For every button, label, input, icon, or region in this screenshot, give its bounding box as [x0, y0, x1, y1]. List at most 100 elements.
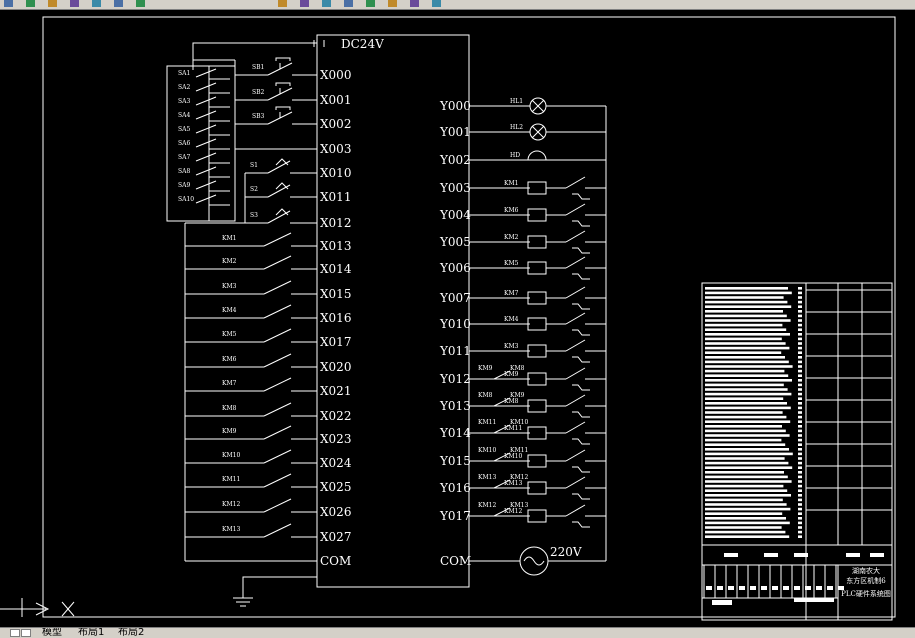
- sa-label-sa8: SA8: [178, 168, 190, 175]
- title-row-mark: [798, 420, 802, 423]
- sa-label-sa1: SA1: [178, 70, 190, 77]
- layer-icon[interactable]: [278, 0, 287, 7]
- series-contact-y015-label-a: KM10: [478, 447, 496, 454]
- buzzer-hd: [527, 150, 547, 161]
- sa-contact-sa2: [195, 82, 217, 92]
- series-contact-y013-label-a: KM8: [478, 392, 493, 399]
- interlock-contact-0: [565, 176, 586, 189]
- title-row: [705, 323, 783, 327]
- interlock-contact-6: [565, 339, 586, 352]
- interlock-link-5: [572, 329, 590, 336]
- buzzer-label: HD: [510, 152, 520, 159]
- interlock-contact-4: [565, 286, 586, 299]
- interlock-contact-11: [565, 476, 586, 489]
- coil-km9-7: [527, 372, 547, 386]
- input-terminal-x017: X017: [320, 335, 351, 349]
- title-row-mark: [798, 346, 802, 350]
- interlock-contact-5: [565, 312, 586, 325]
- plot-style-icon[interactable]: [410, 0, 419, 7]
- title-row: [705, 507, 791, 511]
- contact-sb3-label: SB3: [252, 113, 265, 120]
- title-cell: [794, 598, 834, 602]
- title-row: [705, 443, 786, 446]
- title-row: [705, 356, 785, 359]
- sa-contact-sa7: [195, 152, 217, 162]
- interlock-link-9: [572, 438, 590, 445]
- coil-km11-9-label: KM11: [504, 425, 522, 432]
- series-contact-y016-label-b: KM12: [510, 474, 528, 481]
- title-row: [705, 425, 782, 428]
- title-row: [705, 296, 784, 299]
- sa-label-sa2: SA2: [178, 84, 190, 91]
- title-row-mark: [798, 498, 802, 502]
- contact-km10-label: KM10: [222, 452, 240, 459]
- title-row-mark: [798, 374, 802, 377]
- redo-icon[interactable]: [26, 0, 35, 7]
- title-row-mark: [798, 434, 802, 437]
- title-cell: [728, 586, 734, 590]
- input-terminal-x003: X003: [320, 142, 351, 156]
- ground-wire: [242, 576, 317, 598]
- title-row-mark: [798, 457, 802, 460]
- output-terminal-y016: Y016: [439, 481, 471, 495]
- title-row-mark: [798, 323, 802, 327]
- zoom-window-icon[interactable]: [92, 0, 101, 7]
- title-row-mark: [798, 310, 802, 313]
- title-row: [705, 411, 783, 414]
- interlock-link-11: [572, 493, 590, 500]
- coil-km13-11: [527, 481, 547, 495]
- drawing-canvas[interactable]: DC24V X000 X001 X002 X003 X010 X011 X012 X013 X01…: [0, 10, 915, 627]
- title-row: [705, 526, 782, 529]
- coil-km5-3-label: KM5: [504, 260, 519, 267]
- undo-icon[interactable]: [4, 0, 13, 7]
- dim-style-icon[interactable]: [366, 0, 375, 7]
- title-drawing-name: PLC硬件系统图: [841, 589, 891, 598]
- text-style-icon[interactable]: [344, 0, 353, 7]
- zoom-icon[interactable]: [70, 0, 79, 7]
- title-row-mark: [798, 535, 802, 538]
- contact-km6-label: KM6: [222, 356, 237, 363]
- title-row: [705, 461, 789, 465]
- title-row: [705, 291, 792, 295]
- tool-palette-icon[interactable]: [322, 0, 331, 7]
- limit-switch-s1-label: S1: [250, 162, 258, 169]
- title-row-mark: [798, 415, 802, 419]
- title-row: [705, 535, 790, 538]
- save-icon[interactable]: [432, 0, 441, 7]
- layout-tab-bar: 模型 布局1 布局2: [0, 627, 915, 638]
- title-row-mark: [798, 351, 802, 354]
- title-row: [705, 397, 784, 400]
- interlock-contact-1: [565, 203, 586, 216]
- interlock-link-7: [572, 384, 590, 391]
- properties-icon[interactable]: [136, 0, 145, 7]
- tab-nav-prev-button[interactable]: [21, 629, 31, 637]
- input-terminal-x024: X024: [320, 456, 352, 470]
- title-row-mark: [798, 360, 802, 364]
- sa-contact-sa10: [195, 194, 217, 204]
- output-terminal-y017: Y017: [439, 509, 471, 523]
- coil-km1-0-label: KM1: [504, 180, 518, 187]
- tab-nav-first-button[interactable]: [10, 629, 20, 637]
- pan-icon[interactable]: [48, 0, 57, 7]
- ac-voltage-label: 220V: [550, 545, 582, 559]
- output-terminal-y006: Y006: [439, 261, 471, 275]
- zoom-previous-icon[interactable]: [114, 0, 123, 7]
- contact-km3-label: KM3: [222, 283, 237, 290]
- table-style-icon[interactable]: [388, 0, 397, 7]
- title-row-mark: [798, 319, 802, 322]
- interlock-link-0: [572, 193, 590, 200]
- series-contact-y017-label-b: KM13: [510, 502, 528, 509]
- sa-contact-sa6: [195, 138, 217, 148]
- title-row: [705, 351, 782, 354]
- title-row: [705, 480, 792, 483]
- design-center-icon[interactable]: [300, 0, 309, 7]
- contact-km7: [263, 377, 292, 392]
- title-field: [724, 553, 738, 557]
- coil-km5-3: [527, 261, 547, 275]
- contact-km3: [263, 280, 292, 295]
- ac-wave: [523, 556, 545, 566]
- coil-km10-10: [527, 454, 547, 468]
- title-row: [705, 420, 791, 423]
- title-row-mark: [798, 328, 802, 331]
- limit-switch-s2: [267, 184, 291, 198]
